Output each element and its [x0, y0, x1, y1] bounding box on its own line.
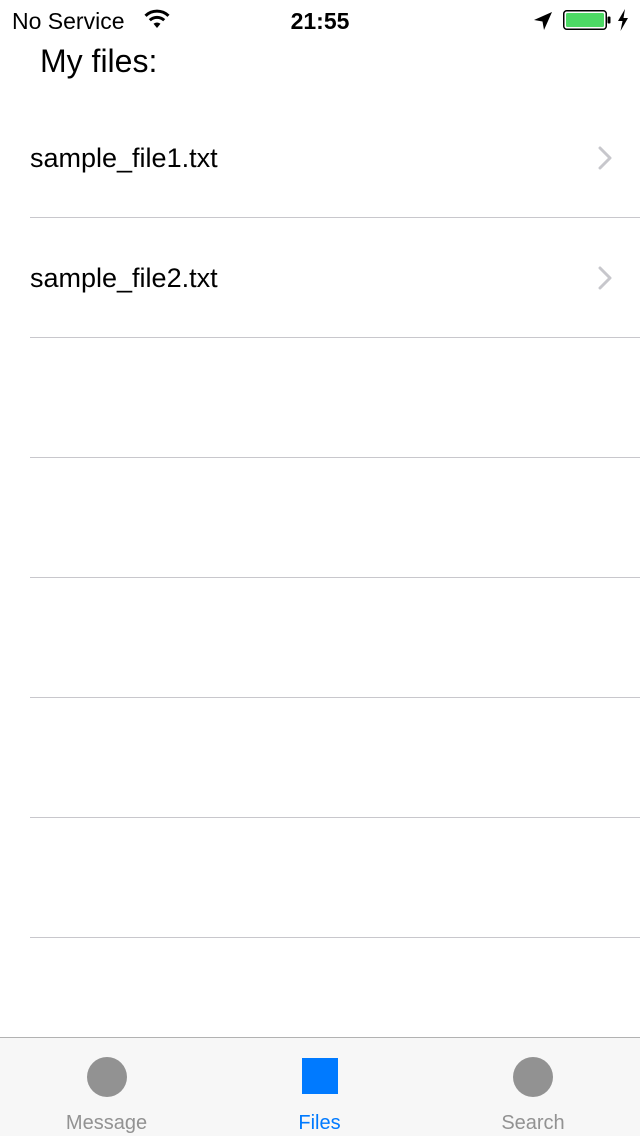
search-tab-icon	[513, 1057, 553, 1097]
file-name: sample_file1.txt	[30, 143, 218, 173]
file-row[interactable]: sample_file2.txt	[0, 218, 640, 338]
page-title: My files:	[40, 43, 158, 79]
empty-row	[0, 458, 640, 578]
tab-label: Message	[65, 1112, 148, 1134]
tab-search[interactable]: Search	[426, 1038, 640, 1137]
tab-files[interactable]: Files	[213, 1038, 426, 1137]
chevron-right-icon	[598, 146, 612, 170]
tab-message[interactable]: Message	[0, 1038, 213, 1137]
file-list: sample_file1.txt sample_file2.txt	[0, 98, 640, 1058]
empty-row	[0, 818, 640, 938]
status-bar: No Service 21:55	[0, 0, 640, 40]
charging-bolt-icon	[618, 9, 628, 31]
message-tab-icon	[86, 1057, 127, 1097]
location-arrow-icon	[534, 12, 552, 30]
empty-row	[0, 338, 640, 458]
tab-bar: Message Files Search	[0, 1037, 640, 1136]
chevron-right-icon	[598, 266, 612, 290]
battery-icon	[563, 10, 611, 30]
file-row[interactable]: sample_file1.txt	[0, 98, 640, 218]
empty-row	[0, 698, 640, 818]
tab-label: Files	[298, 1112, 341, 1134]
files-tab-icon	[301, 1058, 338, 1094]
empty-row	[0, 578, 640, 698]
tab-label: Search	[501, 1112, 565, 1134]
file-name: sample_file2.txt	[30, 263, 218, 293]
